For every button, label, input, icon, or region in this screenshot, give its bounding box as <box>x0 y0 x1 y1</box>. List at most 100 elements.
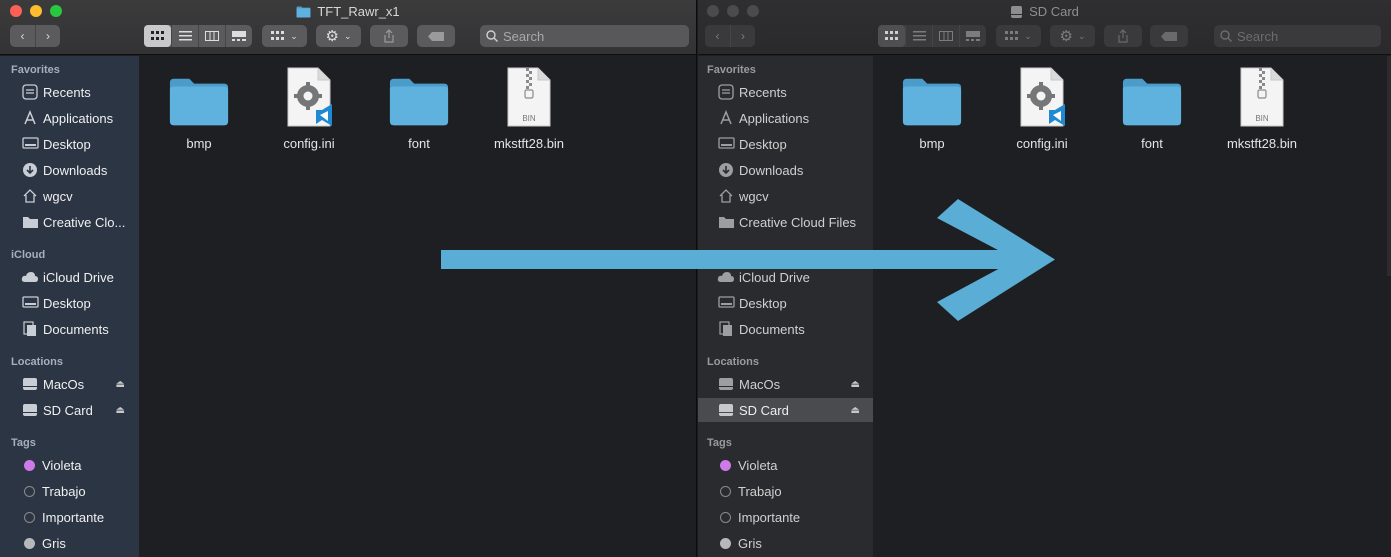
sidebar-tag-importante[interactable]: Importante <box>0 505 139 529</box>
sidebar-item-label: Gris <box>42 535 66 551</box>
file-item[interactable]: font <box>1107 64 1197 151</box>
documents-icon <box>21 320 39 338</box>
sidebar-section-tags: Tags <box>11 437 36 449</box>
sidebar-item-icloud-drive[interactable]: iCloud Drive <box>698 265 873 289</box>
icon-view-button[interactable] <box>878 25 905 47</box>
tag-color-dot <box>24 537 35 549</box>
sidebar-item-label: Desktop <box>43 295 91 311</box>
share-button[interactable] <box>1104 25 1142 47</box>
file-item[interactable]: font <box>374 64 464 151</box>
sidebar-section-locations: Locations <box>11 356 63 368</box>
eject-icon[interactable]: ⏏ <box>116 405 125 416</box>
search-field[interactable] <box>480 25 689 47</box>
disk-icon <box>1011 5 1023 18</box>
search-field[interactable] <box>1214 25 1381 47</box>
file-item[interactable]: BIN mkstft28.bin <box>484 64 574 151</box>
list-view-button[interactable] <box>905 25 932 47</box>
sidebar-item-documents[interactable]: Documents <box>698 317 873 341</box>
sidebar-item-wgcv[interactable]: wgcv <box>0 184 139 208</box>
search-input[interactable] <box>1237 28 1367 44</box>
sidebar-tag-trabajo[interactable]: Trabajo <box>0 479 139 503</box>
file-name: mkstft28.bin <box>493 136 565 151</box>
window-title: SD Card <box>698 4 1391 19</box>
sidebar-item-label: Violeta <box>42 457 82 473</box>
desktop-icon <box>717 294 735 312</box>
sidebar-item-applications[interactable]: Applications <box>698 106 873 130</box>
file-item[interactable]: bmp <box>154 64 244 151</box>
file-area: bmp config.ini font BIN mkstft28.bin <box>874 56 1391 557</box>
back-button[interactable]: ‹ <box>705 25 730 47</box>
sidebar-item-icloud-desktop[interactable]: Desktop <box>698 291 873 315</box>
gallery-view-button[interactable] <box>225 25 252 47</box>
sidebar-item-icloud-desktop[interactable]: Desktop <box>0 291 139 315</box>
sidebar-item-downloads[interactable]: Downloads <box>698 158 873 182</box>
tag-button[interactable] <box>417 25 455 47</box>
back-button[interactable]: ‹ <box>10 25 35 47</box>
sidebar-tag-importante[interactable]: Importante <box>698 505 873 529</box>
chevron-down-icon: ⌄ <box>1077 30 1086 41</box>
file-name: config.ini <box>1016 136 1068 151</box>
search-input[interactable] <box>503 28 673 44</box>
sidebar-section-icloud: iCloud <box>11 249 46 261</box>
gallery-view-button[interactable] <box>959 25 986 47</box>
tag-icon <box>428 31 444 41</box>
sidebar-tag-violeta[interactable]: Violeta <box>0 453 139 477</box>
sidebar-tag-violeta[interactable]: Violeta <box>698 453 873 477</box>
tag-button[interactable] <box>1150 25 1188 47</box>
window-title-text: TFT_Rawr_x1 <box>317 4 400 19</box>
forward-button[interactable]: › <box>35 25 60 47</box>
group-by-button[interactable]: ⌄ <box>262 25 307 47</box>
applications-icon <box>21 109 39 127</box>
forward-button[interactable]: › <box>730 25 755 47</box>
sidebar-item-label: MacOs <box>43 376 85 392</box>
sidebar-item-icloud-drive[interactable]: iCloud Drive <box>0 265 139 289</box>
sidebar-item-recents[interactable]: Recents <box>698 80 873 104</box>
sidebar-item-applications[interactable]: Applications <box>0 106 139 130</box>
eject-icon[interactable]: ⏏ <box>851 379 860 390</box>
list-view-button[interactable] <box>171 25 198 47</box>
applications-icon <box>717 109 735 127</box>
chevron-down-icon: ⌄ <box>290 30 298 41</box>
tag-color-dot <box>720 537 731 549</box>
file-item[interactable]: bmp <box>887 64 977 151</box>
sidebar-item-documents[interactable]: Documents <box>0 317 139 341</box>
sidebar-item-sd-card[interactable]: SD Card ⏏ <box>698 398 873 422</box>
sidebar-tag-gris[interactable]: Gris <box>698 531 873 555</box>
disk-icon <box>21 401 39 419</box>
action-menu-button[interactable]: ⚙ ⌄ <box>1050 25 1095 47</box>
eject-icon[interactable]: ⏏ <box>116 379 125 390</box>
column-view-button[interactable] <box>932 25 959 47</box>
share-button[interactable] <box>370 25 408 47</box>
sidebar-item-label: Violeta <box>738 457 778 473</box>
share-icon <box>384 29 394 43</box>
sidebar-section-favorites: Favorites <box>11 64 60 76</box>
desktop-icon <box>21 135 39 153</box>
scrollbar[interactable] <box>1387 56 1391 276</box>
titlebar: TFT_Rawr_x1 ‹ › ⌄ ⚙ ⌄ <box>0 0 696 55</box>
sidebar-item-creative-cloud[interactable]: Creative Clo... <box>0 210 139 234</box>
sidebar-tag-trabajo[interactable]: Trabajo <box>698 479 873 503</box>
gallery-icon <box>966 31 980 41</box>
file-item[interactable]: config.ini <box>997 64 1087 151</box>
group-by-button[interactable]: ⌄ <box>996 25 1041 47</box>
column-view-button[interactable] <box>198 25 225 47</box>
sidebar-item-macos[interactable]: MacOs ⏏ <box>698 372 873 396</box>
file-item[interactable]: BIN mkstft28.bin <box>1217 64 1307 151</box>
eject-icon[interactable]: ⏏ <box>851 405 860 416</box>
file-item[interactable]: config.ini <box>264 64 354 151</box>
sidebar-item-desktop[interactable]: Desktop <box>698 132 873 156</box>
chevron-down-icon: ⌄ <box>343 30 352 41</box>
sidebar-item-wgcv[interactable]: wgcv <box>698 184 873 208</box>
sidebar-item-desktop[interactable]: Desktop <box>0 132 139 156</box>
sidebar-item-macos[interactable]: MacOs ⏏ <box>0 372 139 396</box>
folder-icon <box>21 213 39 231</box>
sidebar-tag-gris[interactable]: Gris <box>0 531 139 555</box>
gear-icon: ⚙ <box>325 28 339 45</box>
icon-view-button[interactable] <box>144 25 171 47</box>
sidebar-item-downloads[interactable]: Downloads <box>0 158 139 182</box>
sidebar-item-recents[interactable]: Recents <box>0 80 139 104</box>
sidebar-item-creative-cloud[interactable]: Creative Cloud Files <box>698 210 873 234</box>
action-menu-button[interactable]: ⚙ ⌄ <box>316 25 361 47</box>
sidebar-item-sd-card[interactable]: SD Card ⏏ <box>0 398 139 422</box>
file-name: font <box>1141 136 1163 151</box>
